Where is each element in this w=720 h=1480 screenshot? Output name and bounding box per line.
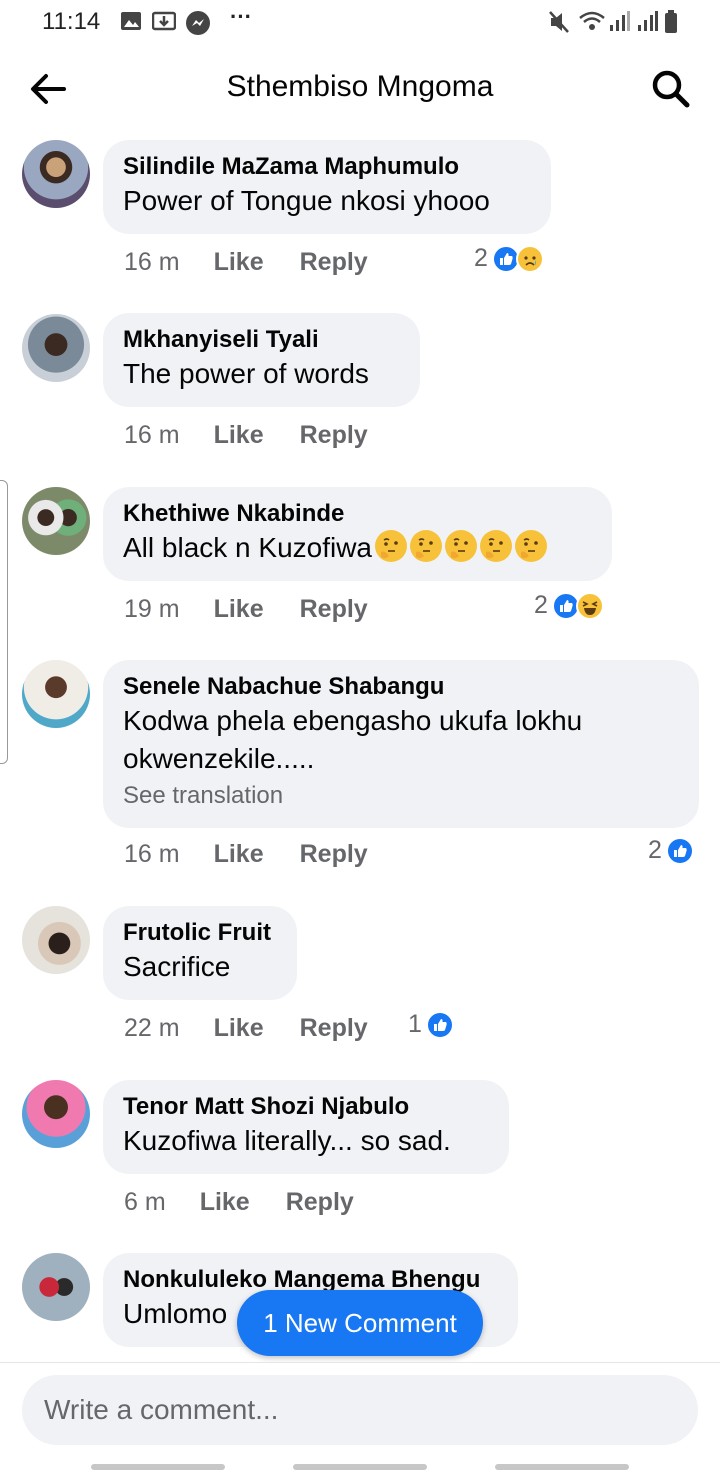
- mute-icon: [549, 11, 569, 33]
- messenger-icon: [186, 11, 210, 35]
- reaction-summary[interactable]: 2: [534, 591, 604, 620]
- reaction-count: 2: [534, 591, 548, 619]
- like-button[interactable]: Like: [214, 595, 264, 624]
- like-button[interactable]: Like: [214, 248, 264, 277]
- signal-icon-2: [638, 11, 658, 31]
- comment-actions: 22 m Like Reply: [124, 1014, 368, 1043]
- nav-home[interactable]: [293, 1464, 427, 1470]
- reply-button[interactable]: Reply: [300, 248, 368, 277]
- reaction-count: 1: [408, 1010, 422, 1038]
- comment-author[interactable]: Khethiwe Nkabinde: [123, 499, 592, 529]
- avatar[interactable]: [22, 906, 90, 974]
- nav-recent-apps[interactable]: [91, 1464, 225, 1470]
- avatar[interactable]: [22, 1253, 90, 1321]
- avatar[interactable]: [22, 487, 90, 555]
- comment-text: Sacrifice: [123, 951, 231, 982]
- comment-actions: 19 m Like Reply: [124, 595, 368, 624]
- page-title: Sthembiso Mngoma: [226, 70, 494, 103]
- like-reaction-icon: [665, 836, 694, 865]
- download-icon: [152, 11, 176, 31]
- battery-icon: [665, 10, 677, 33]
- reaction-summary[interactable]: 2: [648, 836, 694, 865]
- like-reaction-icon: [425, 1010, 454, 1039]
- like-button[interactable]: Like: [214, 1014, 264, 1043]
- new-comment-button[interactable]: 1 New Comment: [237, 1290, 483, 1356]
- comment-time: 16 m: [124, 840, 180, 868]
- comment-bubble[interactable]: Frutolic Fruit Sacrifice: [103, 906, 297, 1000]
- reaction-summary[interactable]: 2: [474, 244, 544, 273]
- comment-text-line2: okwenzekile.....: [123, 743, 315, 774]
- like-button[interactable]: Like: [214, 421, 264, 450]
- reply-button[interactable]: Reply: [300, 421, 368, 450]
- comment-author[interactable]: Mkhanyiseli Tyali: [123, 325, 400, 355]
- like-button[interactable]: Like: [200, 1188, 250, 1217]
- comment-input[interactable]: [22, 1375, 698, 1445]
- status-bar: 11:14 ···: [0, 0, 720, 44]
- search-icon[interactable]: [648, 66, 694, 112]
- reaction-summary[interactable]: 1: [408, 1010, 454, 1039]
- more-notifications-icon: ···: [230, 4, 252, 29]
- reaction-count: 2: [648, 836, 662, 864]
- comment-actions: 16 m Like Reply: [124, 421, 368, 450]
- thinking-emoji-row: [372, 530, 548, 563]
- comment-bubble[interactable]: Tenor Matt Shozi Njabulo Kuzofiwa litera…: [103, 1080, 509, 1174]
- comment-time: 16 m: [124, 248, 180, 276]
- thinking-emoji-icon: [515, 530, 548, 562]
- comment-bubble[interactable]: Khethiwe Nkabinde All black n Kuzofiwa: [103, 487, 612, 581]
- header: Sthembiso Mngoma: [0, 50, 720, 126]
- nav-back[interactable]: [495, 1464, 629, 1470]
- thinking-emoji-icon: [410, 530, 443, 562]
- comment-text: Power of Tongue nkosi yhooo: [123, 185, 490, 216]
- comment-time: 16 m: [124, 421, 180, 449]
- comment-actions: 16 m Like Reply: [124, 840, 368, 869]
- comment-text-content: All black n Kuzofiwa: [123, 532, 373, 563]
- like-button[interactable]: Like: [214, 840, 264, 869]
- thinking-emoji-icon: [480, 530, 513, 562]
- thinking-emoji-icon: [375, 530, 408, 562]
- comment-author[interactable]: Senele Nabachue Shabangu: [123, 672, 679, 702]
- comment-bubble[interactable]: Senele Nabachue Shabangu Kodwa phela ebe…: [103, 660, 699, 828]
- avatar[interactable]: [22, 660, 90, 728]
- sad-reaction-icon: [515, 244, 544, 273]
- comment-text: Kuzofiwa literally... so sad.: [123, 1125, 451, 1156]
- comment-time: 22 m: [124, 1014, 180, 1042]
- comment-time: 6 m: [124, 1188, 166, 1216]
- avatar[interactable]: [22, 1080, 90, 1148]
- wifi-icon: [579, 11, 605, 30]
- signal-icon-1: [610, 11, 630, 31]
- gallery-icon: [121, 12, 141, 30]
- comment-bubble[interactable]: Mkhanyiseli Tyali The power of words: [103, 313, 420, 407]
- comment-actions: 6 m Like Reply: [124, 1188, 354, 1217]
- comment-text: All black n Kuzofiwa: [123, 529, 592, 567]
- comment-author[interactable]: Frutolic Fruit: [123, 918, 277, 948]
- comment-author[interactable]: Silindile MaZama Maphumulo: [123, 152, 531, 182]
- see-translation-link[interactable]: See translation: [123, 780, 679, 812]
- comment-text: The power of words: [123, 358, 369, 389]
- reaction-count: 2: [474, 244, 488, 272]
- avatar[interactable]: [22, 140, 90, 208]
- comment-text: Kodwa phela ebengasho ukufa lokhu: [123, 705, 583, 736]
- comment-time: 19 m: [124, 595, 180, 623]
- avatar[interactable]: [22, 314, 90, 382]
- haha-reaction-icon: [575, 591, 604, 620]
- comment-author[interactable]: Tenor Matt Shozi Njabulo: [123, 1092, 489, 1122]
- system-nav-bar: [0, 1452, 720, 1480]
- scroll-indicator: [0, 480, 8, 764]
- comment-actions: 16 m Like Reply: [124, 248, 368, 277]
- reply-button[interactable]: Reply: [286, 1188, 354, 1217]
- reply-button[interactable]: Reply: [300, 595, 368, 624]
- comment-bubble[interactable]: Silindile MaZama Maphumulo Power of Tong…: [103, 140, 551, 234]
- reply-button[interactable]: Reply: [300, 1014, 368, 1043]
- status-time: 11:14: [42, 8, 101, 35]
- reply-button[interactable]: Reply: [300, 840, 368, 869]
- thinking-emoji-icon: [445, 530, 478, 562]
